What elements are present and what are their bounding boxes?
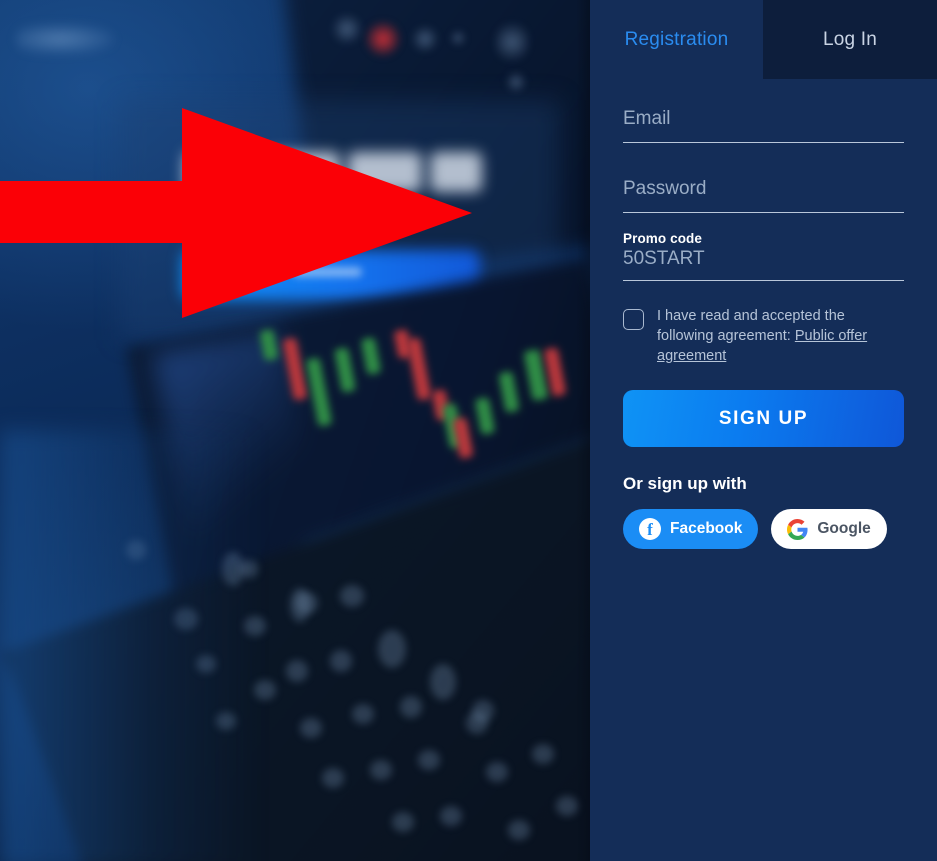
background-blur-dot	[450, 30, 466, 46]
background-logo-blur	[16, 24, 114, 54]
email-placeholder: Email	[623, 108, 671, 129]
facebook-label: Facebook	[670, 520, 743, 537]
background-key	[196, 655, 216, 673]
google-icon	[787, 518, 808, 540]
registration-page: Registration Log In Email Password Promo…	[0, 0, 937, 861]
background-key	[556, 796, 578, 816]
agreement-text: I have read and accepted the following a…	[657, 306, 904, 366]
promo-code-label: Promo code	[623, 231, 703, 246]
background-key	[240, 560, 258, 578]
background-key	[440, 806, 462, 826]
background-key	[370, 760, 392, 780]
background-key	[300, 718, 322, 738]
background-key	[254, 680, 276, 700]
background-candle	[360, 336, 382, 376]
background-key	[244, 616, 266, 636]
background-key	[216, 712, 236, 730]
background-blur-dot	[495, 18, 529, 66]
background-blur-dot	[410, 26, 440, 52]
background-candle	[282, 337, 308, 401]
social-login-row: f Facebook Google	[623, 509, 904, 549]
google-sign-up-button[interactable]: Google	[771, 509, 887, 549]
promo-code-field[interactable]: Promo code 50START	[623, 231, 904, 281]
background-key	[330, 650, 352, 672]
background-key	[486, 762, 508, 782]
or-sign-up-with-label: Or sign up with	[623, 474, 747, 493]
background-key	[378, 630, 406, 668]
background-key	[126, 540, 146, 560]
background-left-fade	[0, 430, 260, 861]
tab-login[interactable]: Log In	[763, 0, 937, 79]
password-field[interactable]: Password	[623, 176, 904, 213]
background-key	[532, 744, 554, 764]
background-candle	[333, 347, 357, 393]
annotation-arrow	[0, 108, 472, 318]
facebook-icon: f	[639, 518, 661, 540]
background-candle	[474, 396, 496, 436]
background-candle	[498, 371, 520, 413]
background-candle	[452, 417, 474, 459]
background-glow-bottom	[0, 430, 360, 861]
tab-registration[interactable]: Registration	[590, 0, 763, 79]
registration-form: Email Password Promo code 50START I have…	[590, 106, 937, 549]
background-key	[352, 704, 374, 724]
background-key	[418, 750, 440, 770]
sign-up-button[interactable]: SIGN UP	[623, 390, 904, 447]
agreement-row: I have read and accepted the following a…	[623, 306, 904, 366]
background-key	[290, 588, 310, 622]
background-candle	[305, 357, 333, 427]
email-field[interactable]: Email	[623, 106, 904, 143]
background-keyboard	[4, 412, 590, 861]
background-blur-dot	[505, 72, 527, 92]
background-key	[430, 664, 456, 700]
agreement-checkbox[interactable]	[623, 309, 644, 330]
background-key	[322, 768, 344, 788]
registration-panel: Registration Log In Email Password Promo…	[590, 0, 937, 861]
facebook-sign-up-button[interactable]: f Facebook	[623, 509, 759, 549]
background-blur-dot	[330, 14, 364, 44]
background-key	[340, 585, 364, 607]
background-key	[174, 608, 198, 630]
background-key	[286, 660, 308, 682]
background-key	[400, 696, 422, 718]
background-red-indicator	[366, 22, 400, 56]
background-key	[392, 812, 414, 832]
background-candle	[406, 337, 432, 401]
background-key	[508, 820, 530, 840]
auth-tabs: Registration Log In	[590, 0, 937, 79]
background-key	[472, 700, 494, 722]
password-placeholder: Password	[623, 178, 707, 199]
promo-code-value: 50START	[623, 248, 705, 269]
google-label: Google	[817, 520, 871, 537]
